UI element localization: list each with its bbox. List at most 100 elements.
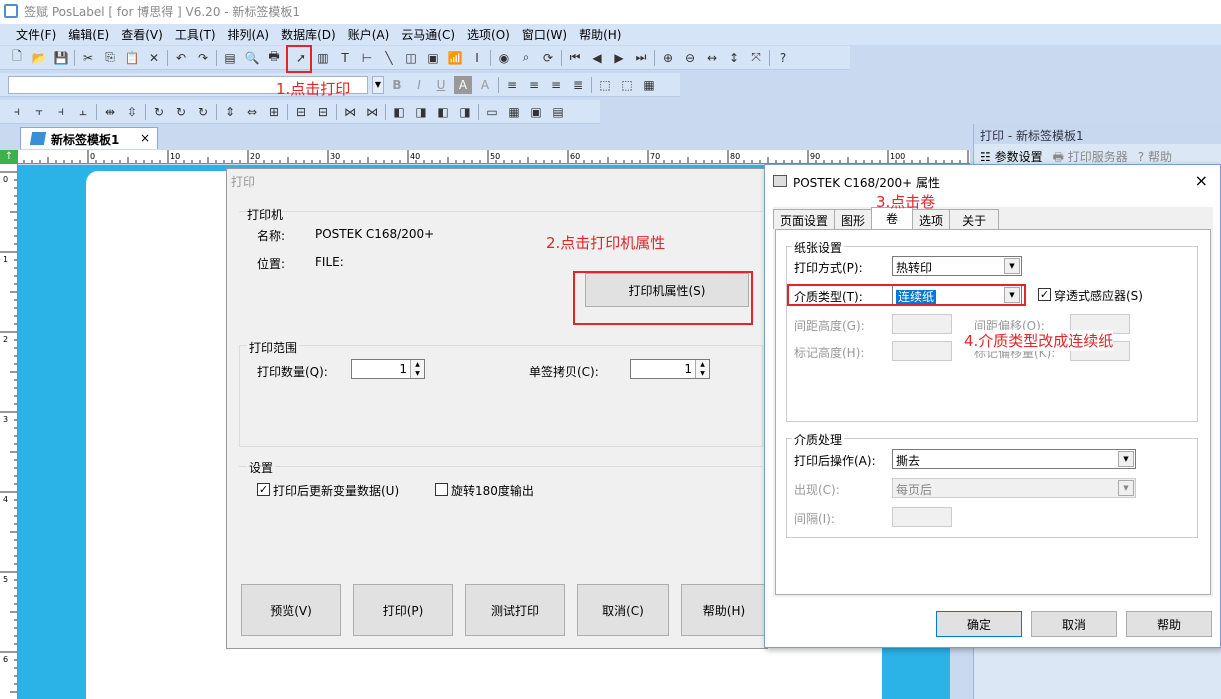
text-highlight-icon[interactable]: A: [454, 75, 472, 94]
forward-icon[interactable]: ◧: [434, 103, 452, 121]
copies-stepper[interactable]: 1 ▲ ▼: [630, 359, 710, 379]
post-action-select[interactable]: 撕去 ▼: [892, 449, 1136, 469]
save-icon[interactable]: 💾: [52, 49, 70, 67]
align-top-edge-icon[interactable]: ⫟: [30, 103, 48, 121]
tab-document[interactable]: 新标签模板1 ×: [20, 127, 158, 149]
test-print-button[interactable]: 测试打印: [465, 584, 565, 636]
chevron-down-icon[interactable]: ▼: [372, 75, 384, 94]
h-spacing-icon[interactable]: ⊟: [292, 103, 310, 121]
distribute-h-icon[interactable]: ⋈: [341, 103, 359, 121]
database-icon[interactable]: ◉: [495, 49, 513, 67]
chevron-down-icon[interactable]: ▼: [1118, 451, 1134, 467]
menu-file[interactable]: 文件(F): [16, 26, 56, 45]
menu-cloud[interactable]: 云马通(C): [401, 26, 455, 45]
rotate-checkbox[interactable]: [435, 483, 448, 496]
tab-help[interactable]: ? 帮助: [1138, 148, 1172, 164]
distribute-v-icon[interactable]: ⋈: [363, 103, 381, 121]
menu-window[interactable]: 窗口(W): [522, 26, 567, 45]
same-width-icon[interactable]: ⇔: [243, 103, 261, 121]
align-left-icon[interactable]: ≡: [503, 76, 521, 94]
rotate-270-icon[interactable]: ↻: [194, 103, 212, 121]
menu-edit[interactable]: 编辑(E): [68, 26, 109, 45]
mark-height-field[interactable]: [892, 341, 952, 361]
cut-icon[interactable]: ✂: [79, 49, 97, 67]
first-page-icon[interactable]: ⏮: [566, 49, 584, 67]
close-icon[interactable]: ×: [1195, 171, 1208, 190]
properties-icon[interactable]: ▦: [640, 76, 658, 94]
menu-database[interactable]: 数据库(D): [281, 26, 336, 45]
rotate-90-icon[interactable]: ↻: [150, 103, 168, 121]
fit-page-icon[interactable]: ⤧: [747, 49, 765, 67]
cursor-icon[interactable]: I: [468, 49, 486, 67]
refresh-icon[interactable]: ⟳: [539, 49, 557, 67]
diagonal-line-icon[interactable]: ╲: [380, 49, 398, 67]
zoom-out-icon[interactable]: ⊖: [681, 49, 699, 67]
menu-options[interactable]: 选项(O): [467, 26, 510, 45]
menu-tools[interactable]: 工具(T): [175, 26, 216, 45]
align-right-icon[interactable]: ≡: [547, 76, 565, 94]
bring-front-icon[interactable]: ◧: [390, 103, 408, 121]
rfid-icon[interactable]: 📶: [446, 49, 464, 67]
update-vars-checkbox[interactable]: ✓: [257, 483, 270, 496]
align-right-edge-icon[interactable]: ⫞: [52, 103, 70, 121]
quantity-value[interactable]: 1: [352, 362, 410, 376]
group-icon[interactable]: ⬚: [596, 76, 614, 94]
help-icon[interactable]: ?: [774, 49, 792, 67]
send-back-icon[interactable]: ◨: [412, 103, 430, 121]
next-page-icon[interactable]: ▶: [610, 49, 628, 67]
tab-graphics[interactable]: 图形: [834, 209, 873, 229]
center-horizontal-icon[interactable]: ⇹: [101, 103, 119, 121]
grid-icon[interactable]: ▦: [505, 103, 523, 121]
bold-icon[interactable]: B: [388, 76, 406, 94]
chevron-down-icon[interactable]: ▼: [1118, 480, 1134, 496]
text-tool-icon[interactable]: T: [336, 49, 354, 67]
backward-icon[interactable]: ◨: [456, 103, 474, 121]
help-button[interactable]: 帮助: [1126, 611, 1212, 637]
tab-page-setup[interactable]: 页面设置: [773, 209, 836, 229]
font-color-icon[interactable]: A: [476, 76, 494, 94]
chevron-down-icon[interactable]: ▼: [1004, 258, 1020, 274]
redo-icon[interactable]: ↷: [194, 49, 212, 67]
ruler-corner-icon[interactable]: ↑: [0, 150, 18, 164]
line-tool-icon[interactable]: ⊢: [358, 49, 376, 67]
cancel-button[interactable]: 取消: [1031, 611, 1117, 637]
tab-parameters[interactable]: ☷ 参数设置: [980, 148, 1043, 164]
delete-icon[interactable]: ✕: [145, 49, 163, 67]
barcode-icon[interactable]: ▥: [314, 49, 332, 67]
occur-select[interactable]: 每页后 ▼: [892, 478, 1136, 498]
sensor-checkbox[interactable]: ✓: [1038, 288, 1051, 301]
print-preview-icon[interactable]: 🔍: [243, 49, 261, 67]
tab-options[interactable]: 选项: [912, 209, 951, 229]
close-icon[interactable]: ×: [140, 131, 150, 145]
page-setup-icon[interactable]: ▤: [221, 49, 239, 67]
fit-height-icon[interactable]: ↕: [725, 49, 743, 67]
fit-width-icon[interactable]: ↔: [703, 49, 721, 67]
spin-arrows-icon[interactable]: ▲ ▼: [410, 360, 424, 378]
v-spacing-icon[interactable]: ⊟: [314, 103, 332, 121]
shape-tool-icon[interactable]: ◫: [402, 49, 420, 67]
menu-view[interactable]: 查看(V): [121, 26, 163, 45]
center-vertical-icon[interactable]: ⇳: [123, 103, 141, 121]
image-icon[interactable]: ▣: [527, 103, 545, 121]
align-center-icon[interactable]: ≡: [525, 76, 543, 94]
same-height-icon[interactable]: ⇕: [221, 103, 239, 121]
ok-button[interactable]: 确定: [936, 611, 1022, 637]
gap-height-field[interactable]: [892, 314, 952, 334]
copy-icon[interactable]: ⎘: [101, 49, 119, 67]
image-tool-icon[interactable]: ▣: [424, 49, 442, 67]
prev-page-icon[interactable]: ◀: [588, 49, 606, 67]
lock-icon[interactable]: ▭: [483, 103, 501, 121]
spin-arrows-icon[interactable]: ▲ ▼: [695, 360, 709, 378]
preview-button[interactable]: 预览(V): [241, 584, 341, 636]
italic-icon[interactable]: I: [410, 76, 428, 94]
interval-field[interactable]: [892, 507, 952, 527]
menu-arrange[interactable]: 排列(A): [228, 26, 270, 45]
tab-print-server[interactable]: 🖶 打印服务器: [1053, 148, 1128, 164]
help-button[interactable]: 帮助(H): [681, 584, 767, 636]
quantity-stepper[interactable]: 1 ▲ ▼: [351, 359, 425, 379]
paste-icon[interactable]: 📋: [123, 49, 141, 67]
ungroup-icon[interactable]: ⬚: [618, 76, 636, 94]
align-bottom-edge-icon[interactable]: ⫠: [74, 103, 92, 121]
find-icon[interactable]: ⌕: [517, 49, 535, 67]
layout-icon[interactable]: ▤: [549, 103, 567, 121]
